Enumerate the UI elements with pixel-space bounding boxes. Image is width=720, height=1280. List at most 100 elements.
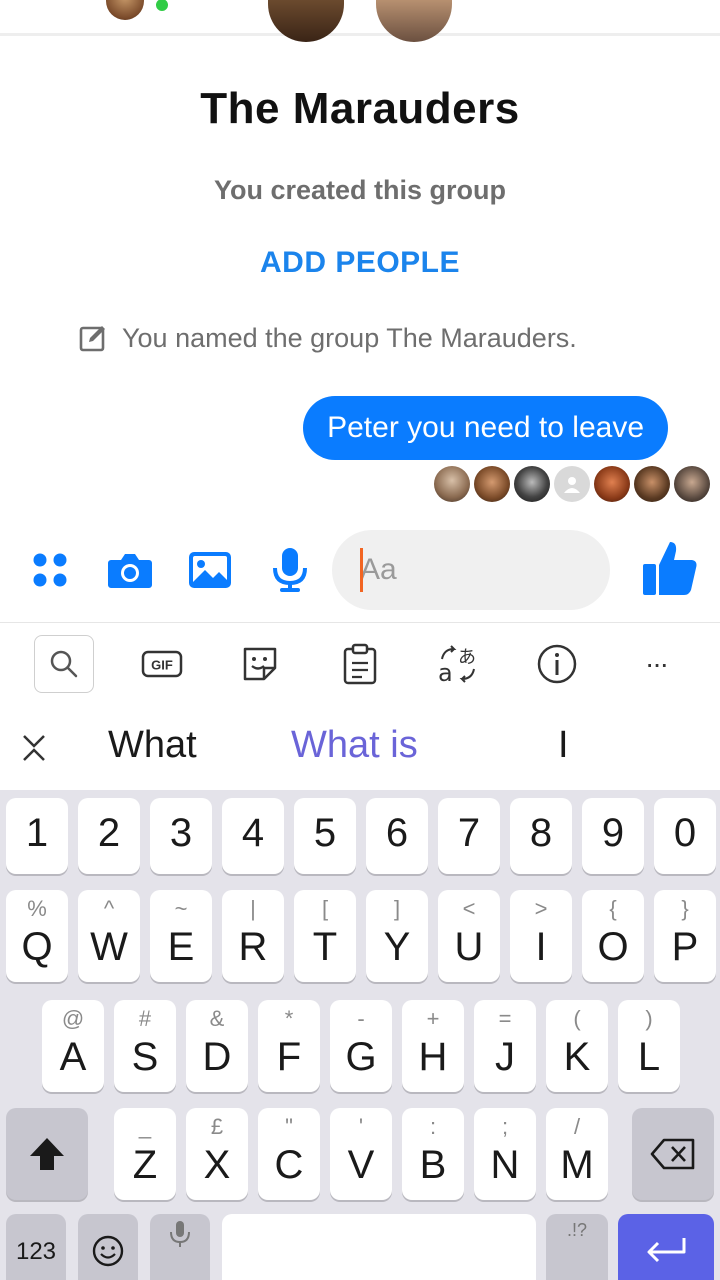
key-v[interactable]: ' V [330,1108,392,1200]
seen-avatar [474,466,510,502]
message-bubble-outgoing[interactable]: Peter you need to leave [303,396,668,460]
key-z[interactable]: _ Z [114,1108,176,1200]
key-n[interactable]: ; N [474,1108,536,1200]
punctuation-key-label: .!? [566,1220,587,1240]
group-named-notice: You named the group The Marauders. [78,320,577,356]
key-x[interactable]: £ X [186,1108,248,1200]
key-e[interactable]: ~ E [150,890,212,982]
key-f[interactable]: * F [258,1000,320,1092]
symbols-key[interactable]: 123 [6,1214,66,1280]
key-j[interactable]: = J [474,1000,536,1092]
more-icon: ··· [645,648,669,679]
key-1[interactable]: 1 [6,798,68,874]
svg-text:あ: あ [458,647,476,668]
seen-avatar [594,466,630,502]
group-named-text: You named the group The Marauders. [122,322,577,353]
camera-icon [108,554,152,588]
seen-by-avatars[interactable] [434,466,710,502]
key-2[interactable]: 2 [78,798,140,874]
sticker-icon [243,647,277,681]
header-divider [0,33,720,36]
more-button[interactable]: ··· [626,635,686,693]
key-s[interactable]: # S [114,1000,176,1092]
suggestion-middle[interactable]: What is [291,724,418,767]
space-key[interactable] [222,1214,536,1280]
apps-button[interactable] [26,546,74,594]
voice-input-key[interactable] [150,1214,210,1280]
seen-avatar [674,466,710,502]
key-o[interactable]: {O [582,890,644,982]
translate-icon: a あ [438,645,476,685]
svg-text:a: a [438,659,453,685]
camera-button[interactable] [106,546,154,594]
key-q[interactable]: % Q [6,890,68,982]
add-people-button[interactable]: ADD PEOPLE [0,246,720,280]
seen-avatar [634,466,670,502]
key-m[interactable]: / M [546,1108,608,1200]
info-icon [537,644,577,684]
key-0[interactable]: 0 [654,798,716,874]
online-status-dot [153,0,171,14]
mic-keyboard-icon [170,1221,190,1247]
voice-button[interactable] [266,546,314,594]
key-5[interactable]: 5 [294,798,356,874]
apps-icon [33,553,67,587]
key-a[interactable]: @ A [42,1000,104,1092]
image-icon [189,552,231,588]
enter-icon [647,1238,686,1263]
key-4[interactable]: 4 [222,798,284,874]
enter-key[interactable] [618,1214,714,1280]
shift-key[interactable] [6,1108,88,1200]
keyboard: GIF a あ ··· What What is I 1 2 3 4 5 6 7… [0,622,720,1280]
emoji-keyboard-icon [92,1235,124,1267]
gallery-button[interactable] [186,546,234,594]
text-caret [360,548,363,592]
key-g[interactable]: -G [330,1000,392,1092]
collapse-suggestions-icon[interactable] [14,728,54,768]
seen-avatar [434,466,470,502]
translate-button[interactable]: a あ [428,635,488,693]
info-button[interactable] [527,635,587,693]
suggestion-left[interactable]: What [108,724,197,767]
group-created-notice: You created this group [213,175,507,205]
key-9[interactable]: 9 [582,798,644,874]
key-b[interactable]: :B [402,1108,464,1200]
key-d[interactable]: & D [186,1000,248,1092]
suggestion-right[interactable]: I [558,724,569,767]
key-i[interactable]: > I [510,890,572,982]
key-h[interactable]: + H [402,1000,464,1092]
person-icon [564,477,580,493]
key-l[interactable]: ) L [618,1000,680,1092]
seen-avatar-placeholder [554,466,590,502]
punctuation-key[interactable]: .!? [546,1214,608,1280]
key-3[interactable]: 3 [150,798,212,874]
symbols-key-label: 123 [15,1238,57,1265]
backspace-key[interactable] [632,1108,714,1200]
header-avatar[interactable] [106,0,144,20]
key-6[interactable]: 6 [366,798,428,874]
key-r[interactable]: | R [222,890,284,982]
key-c[interactable]: " C [258,1108,320,1200]
chat-view: The Marauders You created this group ADD… [0,0,720,622]
key-w[interactable]: ^ W [78,890,140,982]
key-p[interactable]: } P [654,890,716,982]
key-7[interactable]: 7 [438,798,500,874]
thumbs-up-icon[interactable] [640,538,700,598]
key-k[interactable]: (K [546,1000,608,1092]
key-t[interactable]: [T [294,890,356,982]
keyboard-search-button[interactable] [34,635,94,693]
gif-button[interactable]: GIF [132,635,192,693]
mic-icon [273,548,307,592]
emoji-key[interactable] [78,1214,138,1280]
suggestion-bar: What What is I [0,704,720,790]
key-y[interactable]: ] Y [366,890,428,982]
message-input-container[interactable] [332,530,610,610]
key-u[interactable]: < U [438,890,500,982]
message-input[interactable] [360,548,540,592]
clipboard-button[interactable] [330,635,390,693]
gif-label: GIF [151,658,173,673]
sticker-button[interactable] [230,635,290,693]
edit-icon [79,326,105,352]
key-8[interactable]: 8 [510,798,572,874]
keyboard-toolbar: GIF a あ ··· [0,622,720,704]
